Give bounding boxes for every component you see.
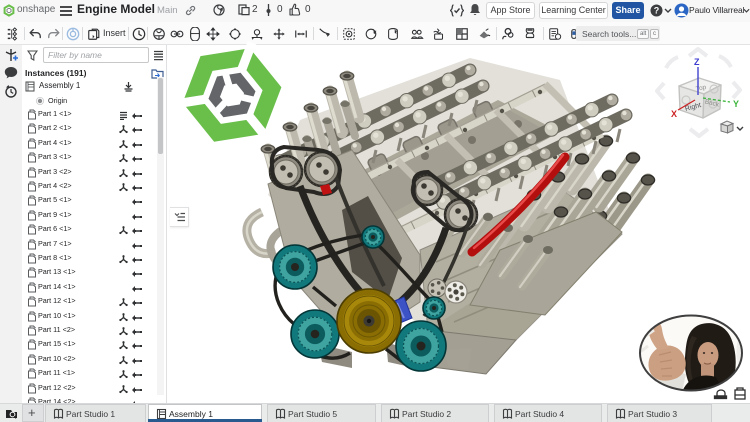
svg-text:Y: Y bbox=[733, 99, 739, 109]
svg-text:Z: Z bbox=[694, 57, 700, 67]
svg-text:X: X bbox=[671, 109, 677, 119]
